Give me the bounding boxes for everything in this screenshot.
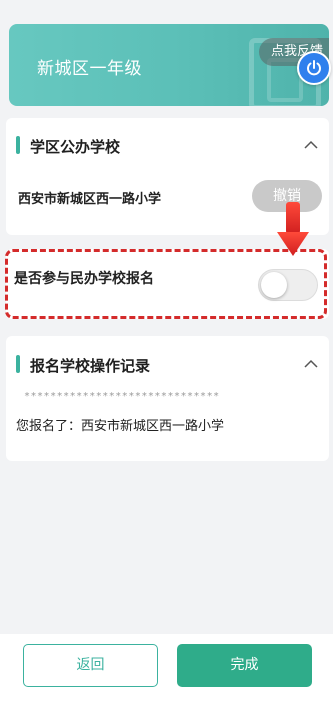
record-entry: 您报名了：西安市新城区西一路小学 xyxy=(16,419,225,434)
done-button[interactable]: 完成 xyxy=(177,644,312,687)
grade-banner: 新城区一年级 点我反馈 xyxy=(9,24,329,106)
public-school-name: 西安市新城区西一路小学 xyxy=(18,192,162,207)
banner-title: 新城区一年级 xyxy=(37,59,142,79)
record-title: 报名学校操作记录 xyxy=(30,357,151,375)
chevron-up-icon[interactable] xyxy=(304,359,318,369)
power-button[interactable] xyxy=(297,51,331,85)
power-icon xyxy=(307,60,321,76)
back-button[interactable]: 返回 xyxy=(23,644,158,687)
masked-record-line: ****************************** xyxy=(24,391,220,402)
chevron-up-icon[interactable] xyxy=(304,140,318,150)
section-accent-bar xyxy=(16,136,20,154)
red-arrow-down-icon xyxy=(277,202,309,256)
section-accent-bar xyxy=(16,355,20,373)
public-school-title: 学区公办学校 xyxy=(30,138,121,156)
